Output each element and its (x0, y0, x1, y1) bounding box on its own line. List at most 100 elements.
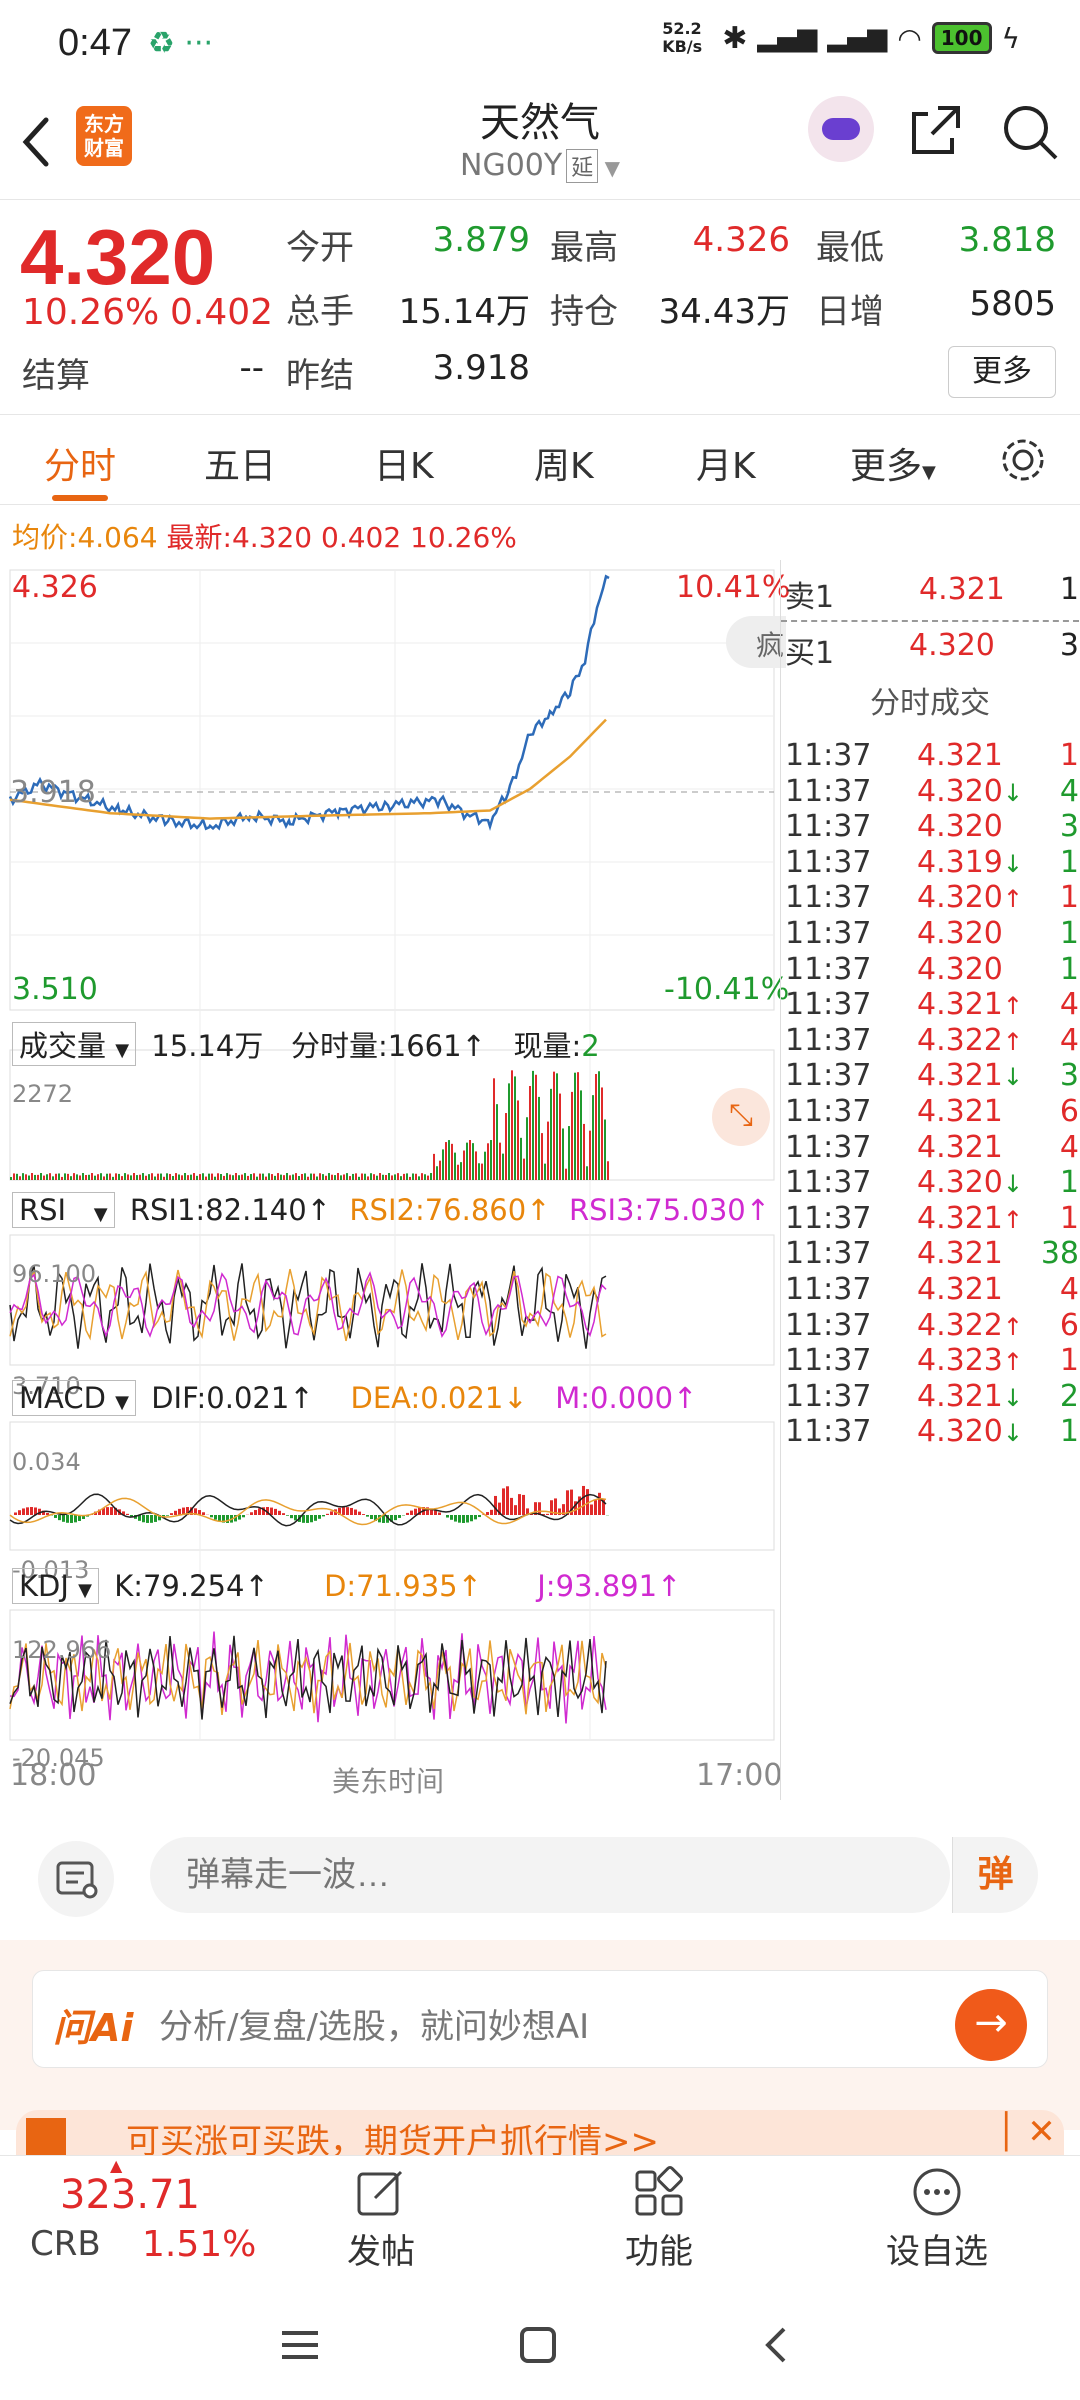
back-icon[interactable] (756, 2325, 796, 2365)
volume-bar (160, 1173, 162, 1180)
volume-bar (157, 1173, 159, 1180)
chart-panel-frame (9, 569, 775, 1011)
volume-bar (25, 1174, 27, 1180)
tab-more[interactable]: 更多▼ (850, 437, 936, 489)
tab-weekly-k[interactable]: 周K (534, 437, 594, 489)
low-label: 最低 (816, 228, 884, 268)
volume-bar (334, 1175, 336, 1180)
volume-bar (229, 1174, 231, 1180)
volume-bar (34, 1174, 36, 1180)
promo-banner[interactable]: 可买涨可买跌，期货开户抓行情>> │ ✕ (16, 2110, 1064, 2155)
macd-bar (286, 1515, 289, 1516)
post-label: 发帖 (347, 2232, 415, 2272)
volume-bar (64, 1173, 66, 1180)
danmaku-send-button[interactable]: 弹 (952, 1837, 1038, 1913)
kdj-max-label: 122.966 (12, 1636, 112, 1664)
volume-bar (73, 1173, 75, 1180)
prev-settle-value: 3.918 (432, 348, 530, 388)
volume-bar (118, 1173, 120, 1180)
caret-down-icon: ▼ (93, 1204, 108, 1225)
macd-bar (26, 1507, 29, 1515)
open-value: 3.879 (432, 220, 530, 260)
kdj-indicator-select[interactable]: KDJ ▼ (12, 1568, 99, 1604)
trade-row: 11:37 4.321↑ 4 (781, 979, 1079, 1022)
danmaku-settings-icon[interactable] (38, 1841, 114, 1917)
volume-bar (151, 1173, 153, 1180)
volume-bar (133, 1173, 135, 1180)
functions-button[interactable]: 功能 (584, 2166, 734, 2273)
tab-monthly-k[interactable]: 月K (696, 437, 756, 489)
x-axis-start: 18:00 (10, 1758, 97, 1793)
volume-bar (415, 1173, 417, 1180)
ai-ask-box[interactable]: 问Ai 分析/复盘/选股，就问妙想AI → (32, 1970, 1048, 2068)
ai-logo: 问Ai (53, 2006, 134, 2050)
volume-indicator-select[interactable]: 成交量 ▼ (12, 1022, 137, 1066)
ai-go-arrow-icon[interactable]: → (955, 1989, 1027, 2061)
volume-bar (352, 1173, 354, 1180)
more-dots-icon (913, 2168, 961, 2216)
expand-icon[interactable]: ⤡ (712, 1088, 770, 1146)
megaphone-icon (26, 2118, 66, 2155)
hot-badge[interactable]: 疯 (726, 616, 786, 668)
volume-bar (406, 1173, 408, 1180)
crb-index-name: CRB (30, 2224, 101, 2264)
volume-bar (331, 1174, 333, 1180)
volume-bar (103, 1176, 105, 1180)
volume-bar (91, 1173, 93, 1180)
macd-bar (446, 1515, 449, 1518)
macd-bar (358, 1511, 361, 1515)
trade-ticker-panel[interactable]: 卖1 4.321 1 买1 4.320 3 分时成交 11:37 4.321 1 11… (780, 560, 1080, 1800)
volume-bar (433, 1153, 435, 1180)
more-button[interactable]: 更多 (948, 346, 1056, 398)
home-icon[interactable] (518, 2325, 558, 2365)
chart-panel-frame (9, 1609, 775, 1741)
avg-value: 4.064 (77, 521, 158, 554)
settings-gear-icon[interactable] (998, 435, 1048, 485)
chevron-down-icon: ▼ (598, 156, 620, 180)
danmaku-input[interactable] (150, 1837, 950, 1913)
bid-price: 4.320 (909, 628, 995, 663)
change-pct: 10.26% (22, 292, 160, 333)
volume-bar (409, 1176, 411, 1180)
add-watchlist-button[interactable]: 设自选 (862, 2166, 1012, 2273)
rsi-indicator-select[interactable]: RSI ▼ (12, 1192, 115, 1228)
macd-bar (202, 1512, 205, 1515)
volume-bar (445, 1142, 447, 1180)
x-axis-end: 17:00 (696, 1758, 783, 1793)
ai-placeholder: 分析/复盘/选股，就问妙想AI (159, 2007, 590, 2047)
tab-five-day[interactable]: 五日 (204, 437, 276, 489)
macd-bar (150, 1515, 153, 1523)
intraday-chart[interactable]: 4.326 3.918 3.510 10.41% -10.41% 疯 成交量 ▼… (0, 560, 790, 1800)
volume-bar (277, 1173, 279, 1180)
crb-index-value[interactable]: 323.71 (60, 2172, 200, 2218)
search-icon[interactable] (1000, 102, 1060, 162)
app-notification-icon: ♻ ··· (148, 26, 214, 61)
volume-bar (442, 1149, 444, 1180)
volume-bar (490, 1140, 492, 1180)
macd-header: MACD ▼ DIF:0.021↑ DEA:0.021↓ M:0.000↑ (12, 1380, 697, 1416)
share-icon[interactable] (908, 102, 964, 158)
menu-icon[interactable] (280, 2325, 320, 2365)
close-icon[interactable]: │ ✕ (996, 2112, 1056, 2152)
volume-bar (586, 1166, 588, 1180)
down-arrow-icon: ↓ (1002, 1419, 1023, 1448)
tab-daily-k[interactable]: 日K (374, 437, 434, 489)
volume-bar (547, 1121, 549, 1180)
volume-bar (142, 1173, 144, 1180)
volume-bar (364, 1173, 366, 1180)
signal-icon-2: ▂▄▆ (827, 23, 888, 53)
volume-value: 15.14万 (398, 292, 530, 332)
macd-bar (226, 1515, 229, 1523)
macd-bar (450, 1515, 453, 1520)
tab-intraday[interactable]: 分时 (44, 437, 116, 489)
kdj-d-value: D:71.935↑ (324, 1569, 482, 1603)
macd-bar (490, 1509, 493, 1515)
macd-indicator-select[interactable]: MACD ▼ (12, 1380, 136, 1416)
volume-bar (589, 1130, 591, 1180)
post-button[interactable]: 发帖 (306, 2166, 456, 2273)
ai-robot-icon[interactable] (808, 96, 874, 162)
volume-bar (580, 1090, 582, 1180)
volume-bar (124, 1173, 126, 1180)
volume-bar (37, 1174, 39, 1180)
macd-bar (346, 1507, 349, 1515)
